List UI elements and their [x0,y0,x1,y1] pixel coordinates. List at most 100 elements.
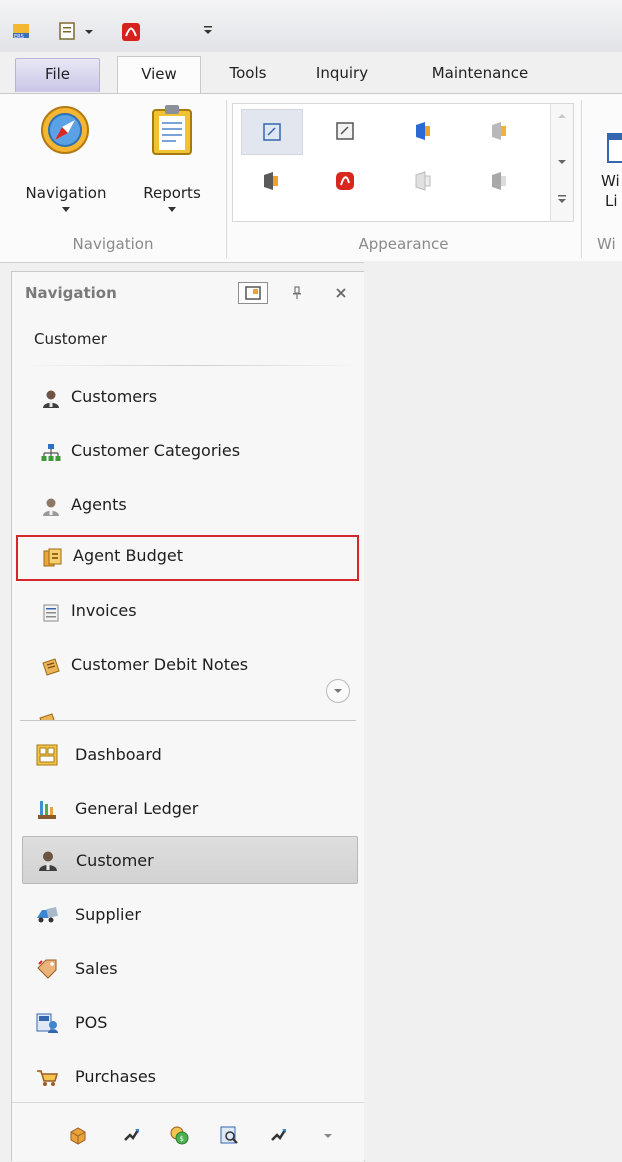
dock-window-icon [245,286,261,300]
scroll-down-icon[interactable] [557,158,567,166]
skin-blue-icon [263,123,281,141]
chevron-down-icon [62,207,70,212]
gallery-expand-icon[interactable] [557,194,567,204]
module-pos[interactable]: POS [22,999,358,1047]
svg-text:ERS: ERS [14,34,24,40]
tab-maintenance[interactable]: Maintenance [418,56,542,92]
scroll-up-icon[interactable] [557,112,567,120]
tab-view[interactable]: View [117,56,201,95]
gallery-scrollbar[interactable] [550,104,573,221]
module-label: Purchases [75,1067,156,1086]
quick-access-toolbar: ERS [0,0,622,52]
nav-splitter[interactable] [20,708,356,721]
cash-icon[interactable]: $ [169,1125,189,1145]
module-dashboard[interactable]: Dashboard [22,731,358,779]
navigation-group-label: Navigation [72,235,154,253]
acrobat-icon[interactable] [121,22,141,42]
tab-tools[interactable]: Tools [218,56,278,92]
skin-option[interactable] [241,159,301,203]
transfer-icon[interactable] [122,1125,142,1145]
skin-option[interactable] [469,159,529,203]
nav-item-agents[interactable]: Agents [13,484,362,528]
overflow-module-bar: $ [12,1102,364,1162]
navigation-panel-header: Navigation [12,272,364,316]
ledger-icon [38,801,56,819]
tab-file[interactable]: File [15,58,100,92]
nav-item-agent-budget[interactable]: Agent Budget [16,535,359,581]
close-button[interactable] [328,282,354,304]
divider [24,365,364,366]
skin-option[interactable] [241,109,303,155]
nav-item-customer-debit-notes[interactable]: Customer Debit Notes [13,644,362,688]
navigation-button-label: Navigation [25,184,107,202]
sales-tag-icon [37,959,57,979]
svg-text:$: $ [180,1135,184,1143]
nav-item-label: Agents [71,495,127,514]
dashboard-icon [36,744,58,766]
clipboard-icon [152,105,192,155]
pos-icon [36,1013,58,1033]
chevron-down-icon [168,207,176,212]
window-list-button[interactable]: Wi Li [590,104,622,224]
nav-item-label: Invoices [71,601,137,620]
document-icon[interactable] [58,22,76,40]
window-icon [607,133,622,163]
nav-item-label: Customer Categories [71,441,241,460]
group-divider [581,100,582,258]
nav-group-title: Customer [34,330,107,348]
skin-option[interactable] [469,109,529,153]
app-logo-icon[interactable]: ERS [12,22,30,40]
skin-option[interactable] [315,109,375,153]
office-gray-icon [492,172,506,190]
inquiry-icon[interactable] [219,1125,239,1145]
module-label: Supplier [75,905,141,924]
transfer-icon[interactable] [269,1125,289,1145]
module-sales[interactable]: Sales [22,945,358,993]
nav-item-customers[interactable]: Customers [13,376,362,420]
module-label: POS [75,1013,108,1032]
window-button-label-1: Wi [601,172,620,190]
dock-button[interactable] [238,282,268,304]
reports-button-label: Reports [143,184,201,202]
office-pale-icon [415,171,431,191]
module-customer[interactable]: Customer [22,836,358,884]
compass-icon [41,106,89,154]
chevron-down-icon[interactable] [84,22,94,40]
cart-icon [37,1070,58,1086]
module-label: Customer [76,851,154,870]
main-workspace [364,261,622,1160]
inventory-box-icon[interactable] [68,1125,88,1145]
navigation-button[interactable]: Navigation [16,104,116,224]
module-label: General Ledger [75,799,199,818]
office-blue-icon [416,122,430,140]
skin-option[interactable] [393,109,453,153]
pin-button[interactable] [284,282,310,304]
appearance-group-label: Appearance [358,235,449,253]
module-supplier[interactable]: Supplier [22,891,358,939]
nav-item-label: Agent Budget [73,546,183,565]
scroll-down-button[interactable] [326,679,350,703]
hierarchy-icon [41,444,61,461]
module-general-ledger[interactable]: General Ledger [22,785,358,833]
nav-item-customer-categories[interactable]: Customer Categories [13,430,362,474]
navigation-panel: Navigation Customer Customers Customer C… [11,271,365,1161]
credit-note-icon [39,713,55,720]
tab-inquiry[interactable]: Inquiry [305,56,379,92]
module-label: Sales [75,959,118,978]
chevron-down-icon[interactable] [322,1125,334,1145]
navigation-panel-title: Navigation [25,284,117,302]
pin-icon [293,286,301,299]
skin-gray-icon [336,122,354,140]
budget-icon [43,548,62,567]
agent-person-icon [43,498,59,516]
skin-option[interactable] [393,159,453,203]
office-light-icon [492,122,506,140]
nav-item-invoices[interactable]: Invoices [13,590,362,634]
customize-icon[interactable] [203,22,213,40]
skin-option[interactable] [315,159,375,203]
close-icon [336,288,346,298]
ribbon-tabs: File View Tools Inquiry Maintenance [0,52,622,95]
module-purchases[interactable]: Purchases [22,1053,358,1101]
module-label: Dashboard [75,745,162,764]
reports-button[interactable]: Reports [130,104,214,224]
